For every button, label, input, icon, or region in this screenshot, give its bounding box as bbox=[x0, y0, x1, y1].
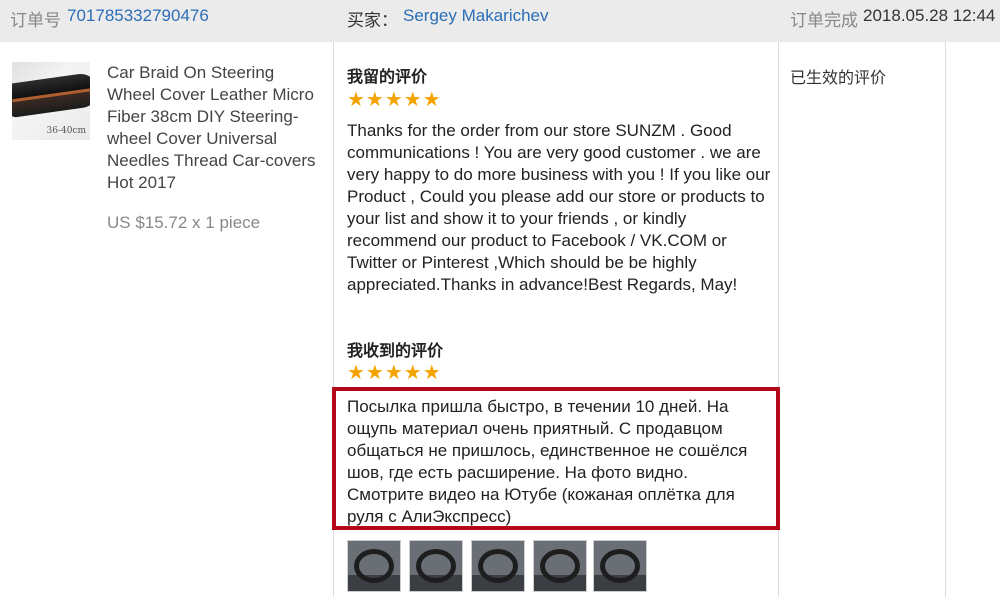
product-thumbnail[interactable]: 36-40cm bbox=[12, 62, 90, 140]
order-number-label: 订单号 bbox=[10, 11, 61, 30]
photo-wheel bbox=[540, 549, 580, 583]
review-photo[interactable] bbox=[347, 540, 401, 592]
review-photo[interactable] bbox=[533, 540, 587, 592]
order-header: 订单号 701785332790476 买家： Sergey Makariche… bbox=[0, 0, 1000, 42]
photo-wheel bbox=[416, 549, 456, 583]
completed-label: 订单完成 bbox=[790, 11, 858, 30]
completed-time: 2018.05.28 12:44 bbox=[863, 6, 996, 25]
photo-wheel bbox=[354, 549, 394, 583]
my-review-stars: ★★★★★ bbox=[347, 89, 442, 111]
buyer-name-link[interactable]: Sergey Makarichev bbox=[403, 6, 549, 26]
review-photo[interactable] bbox=[471, 540, 525, 592]
product-title-link[interactable]: Car Braid On Steering Wheel Cover Leathe… bbox=[107, 62, 322, 194]
review-photo[interactable] bbox=[593, 540, 647, 592]
thumbnail-size-label: 36-40cm bbox=[46, 126, 86, 136]
product-price: US $15.72 x 1 piece bbox=[107, 213, 261, 232]
review-photo[interactable] bbox=[409, 540, 463, 592]
my-review-title: 我留的评价 bbox=[347, 69, 428, 86]
review-status: 已生效的评价 bbox=[790, 70, 887, 87]
buyer-label: 买家： bbox=[347, 11, 398, 30]
order-number-link[interactable]: 701785332790476 bbox=[67, 6, 209, 26]
review-highlight-box bbox=[332, 387, 780, 530]
received-review-stars: ★★★★★ bbox=[347, 362, 442, 384]
photo-wheel bbox=[600, 549, 640, 583]
photo-wheel bbox=[478, 549, 518, 583]
my-review-text: Thanks for the order from our store SUNZ… bbox=[347, 121, 771, 294]
received-review-title: 我收到的评价 bbox=[347, 343, 444, 360]
column-divider bbox=[945, 42, 946, 597]
